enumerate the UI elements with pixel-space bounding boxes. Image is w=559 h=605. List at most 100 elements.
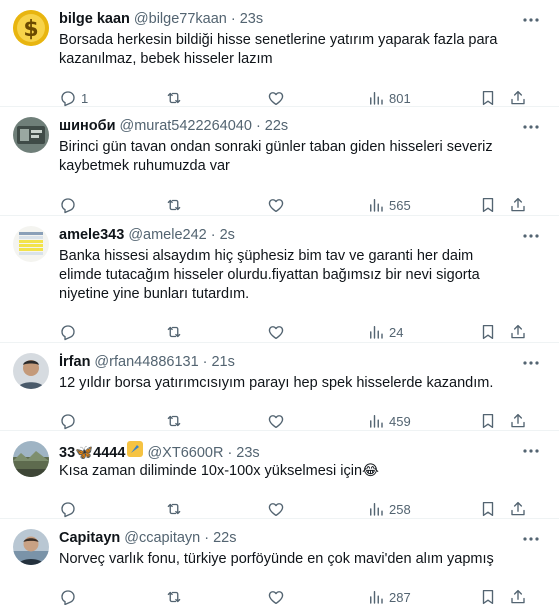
retweet-button[interactable] xyxy=(165,195,183,215)
view-count: 801 xyxy=(389,90,411,106)
tweet[interactable]: шинoби @murat5422264040 · 22s Birinci gü… xyxy=(0,107,559,216)
retweet-icon xyxy=(167,199,181,211)
timestamp[interactable]: 21s xyxy=(211,353,234,371)
timestamp[interactable]: 23s xyxy=(236,444,259,462)
views-button[interactable]: 287 xyxy=(367,587,411,605)
share-icon xyxy=(511,501,525,516)
share-button[interactable] xyxy=(509,322,527,342)
views-button[interactable]: 459 xyxy=(367,411,411,431)
reply-button[interactable] xyxy=(59,499,81,519)
tweet-text: Borsada herkesin bildiği hisse senetleri… xyxy=(59,32,498,67)
share-button[interactable] xyxy=(509,587,527,605)
retweet-button[interactable] xyxy=(165,411,183,431)
avatar[interactable] xyxy=(13,353,49,389)
bookmark-button[interactable] xyxy=(479,499,497,519)
views-button[interactable]: 24 xyxy=(367,322,403,342)
share-button[interactable] xyxy=(509,88,527,108)
bookmark-icon xyxy=(482,197,494,213)
tweet-text: Kısa zaman diliminde 10x-100x yükselmesi… xyxy=(59,463,379,479)
tweet[interactable]: İrfan @rfan44886131 · 21s 12 yıldır bors… xyxy=(0,343,559,431)
bookmark-button[interactable] xyxy=(479,411,497,431)
display-name[interactable]: amele343 xyxy=(59,226,124,244)
views-button[interactable]: 258 xyxy=(367,499,411,519)
tweet[interactable]: $ bilge kaan @bilge77kaan · 23s Borsada … xyxy=(0,0,559,107)
reply-button[interactable] xyxy=(59,195,81,215)
retweet-icon xyxy=(167,415,181,427)
tweet-header: шинoби @murat5422264040 · 22s xyxy=(59,117,511,136)
bookmark-button[interactable] xyxy=(479,88,497,108)
separator-dot: · xyxy=(227,445,233,461)
like-button[interactable] xyxy=(267,195,285,215)
retweet-button[interactable] xyxy=(165,88,183,108)
like-icon xyxy=(268,199,284,213)
user-handle[interactable]: @XT6600R xyxy=(147,444,223,462)
user-handle[interactable]: @bilge77kaan xyxy=(134,10,227,28)
like-button[interactable] xyxy=(267,88,285,108)
display-name[interactable]: 33🦋4444 xyxy=(59,444,125,462)
bookmark-icon xyxy=(482,501,494,517)
reply-icon xyxy=(61,325,75,341)
view-count: 459 xyxy=(389,413,411,429)
share-button[interactable] xyxy=(509,499,527,519)
share-icon xyxy=(511,324,525,339)
reply-icon xyxy=(61,502,75,518)
share-icon xyxy=(511,90,525,105)
like-button[interactable] xyxy=(267,587,285,605)
retweet-button[interactable] xyxy=(165,322,183,342)
user-handle[interactable]: @amele242 xyxy=(128,226,206,244)
like-button[interactable] xyxy=(267,499,285,519)
more-icon[interactable] xyxy=(521,11,541,29)
display-name[interactable]: İrfan xyxy=(59,353,90,371)
tweet-header: amele343 @amele242 · 2s xyxy=(59,226,511,245)
share-button[interactable] xyxy=(509,195,527,215)
timestamp[interactable]: 22s xyxy=(265,117,288,135)
share-icon xyxy=(511,413,525,428)
more-icon[interactable] xyxy=(521,227,541,245)
share-button[interactable] xyxy=(509,411,527,431)
more-icon[interactable] xyxy=(521,442,541,460)
avatar[interactable] xyxy=(13,441,49,477)
views-button[interactable]: 801 xyxy=(367,88,411,108)
more-icon[interactable] xyxy=(521,530,541,548)
tweet[interactable]: Capitayn @ccapitayn · 22s Norveç varlık … xyxy=(0,519,559,605)
timestamp[interactable]: 22s xyxy=(213,529,236,547)
display-name[interactable]: шинoби xyxy=(59,117,116,135)
views-button[interactable]: 565 xyxy=(367,195,411,215)
bookmark-button[interactable] xyxy=(479,195,497,215)
tweet[interactable]: 33🦋4444 @XT6600R · 23s Kısa zaman dilimi… xyxy=(0,431,559,519)
display-name[interactable]: Capitayn xyxy=(59,529,120,547)
user-handle[interactable]: @murat5422264040 xyxy=(120,117,252,135)
timestamp[interactable]: 23s xyxy=(240,10,263,28)
reply-button[interactable] xyxy=(59,322,81,342)
reply-icon xyxy=(61,91,75,107)
user-handle[interactable]: @rfan44886131 xyxy=(94,353,198,371)
avatar[interactable] xyxy=(13,226,49,262)
tweet[interactable]: amele343 @amele242 · 2s Banka hissesi al… xyxy=(0,216,559,343)
retweet-button[interactable] xyxy=(165,499,183,519)
views-icon xyxy=(370,415,383,428)
bookmark-button[interactable] xyxy=(479,322,497,342)
retweet-button[interactable] xyxy=(165,587,183,605)
tweet-text: Banka hissesi alsaydım hiç şüphesiz bim … xyxy=(59,248,480,302)
reply-button[interactable]: 1 xyxy=(59,88,88,108)
user-handle[interactable]: @ccapitayn xyxy=(124,529,200,547)
more-icon[interactable] xyxy=(521,354,541,372)
display-name[interactable]: bilge kaan xyxy=(59,10,130,28)
views-icon xyxy=(370,591,383,604)
bookmark-icon xyxy=(482,90,494,106)
reply-button[interactable] xyxy=(59,587,81,605)
timestamp[interactable]: 2s xyxy=(220,226,235,244)
like-button[interactable] xyxy=(267,322,285,342)
landscape-avatar xyxy=(13,441,49,477)
reply-button[interactable] xyxy=(59,411,81,431)
reply-count: 1 xyxy=(81,90,89,106)
avatar[interactable] xyxy=(13,117,49,153)
like-icon xyxy=(268,326,284,340)
bookmark-button[interactable] xyxy=(479,587,497,605)
more-icon[interactable] xyxy=(521,118,541,136)
like-button[interactable] xyxy=(267,411,285,431)
tweet-text: 12 yıldır borsa yatırımcısıyım parayı he… xyxy=(59,375,494,391)
share-icon xyxy=(511,197,525,212)
avatar[interactable]: $ xyxy=(13,10,49,46)
avatar[interactable] xyxy=(13,529,49,565)
